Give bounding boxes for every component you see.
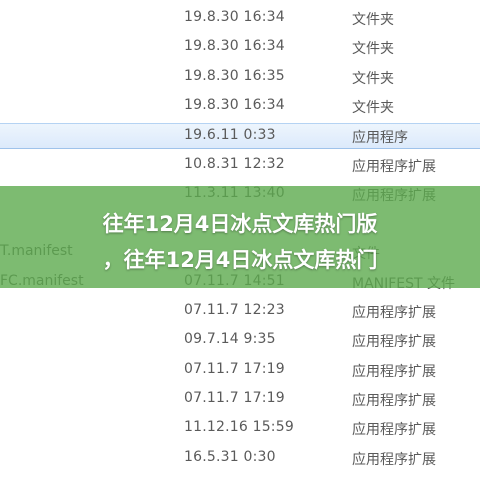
file-type: 应用程序扩展	[352, 363, 436, 380]
file-modified-date: 07.11.7 17:19	[184, 389, 285, 406]
file-modified-date: 16.5.31 0:30	[184, 448, 276, 465]
file-row[interactable]: 07.11.7 12:23 应用程序扩展	[0, 299, 480, 323]
file-modified-date: 19.6.11 0:33	[184, 127, 276, 144]
file-modified-date: 19.8.30 16:34	[184, 96, 285, 113]
file-modified-date: 19.8.30 16:34	[184, 38, 285, 55]
file-row[interactable]: 07.11.7 17:19 应用程序扩展	[0, 387, 480, 411]
file-row[interactable]: 11.12.16 15:59 应用程序扩展	[0, 416, 480, 440]
file-modified-date: 10.8.31 12:32	[184, 155, 285, 172]
file-modified-date: 19.8.30 16:34	[184, 9, 285, 25]
file-type: 文件夹	[352, 41, 394, 58]
file-type: 应用程序扩展	[352, 451, 436, 468]
file-type: 文件夹	[352, 12, 394, 28]
file-type: 应用程序扩展	[352, 422, 436, 439]
file-row[interactable]: 19.8.30 16:35 文件夹	[0, 65, 480, 89]
banner-title-line-2: ，往年12月4日冰点文库热门	[102, 248, 378, 272]
file-explorer-window: 19.8.30 16:34 文件夹 19.8.30 16:34 文件夹 19.8.30 …	[0, 0, 480, 480]
file-type: 应用程序扩展	[352, 334, 436, 351]
file-modified-date: 07.11.7 12:23	[184, 302, 285, 318]
file-type: 应用程序扩展	[352, 305, 436, 321]
file-row-selected[interactable]: 19.6.11 0:33 应用程序	[0, 123, 480, 150]
file-row[interactable]: 09.7.14 9:35 应用程序扩展	[0, 328, 480, 352]
file-type: 应用程序扩展	[352, 392, 436, 409]
file-type: 应用程序	[352, 130, 408, 147]
file-modified-date: 11.12.16 15:59	[184, 419, 294, 436]
file-type: 文件夹	[352, 99, 394, 116]
file-row[interactable]: 16.5.31 0:30 应用程序扩展	[0, 446, 480, 470]
file-row[interactable]: 07.11.7 17:19 应用程序扩展	[0, 358, 480, 382]
file-row[interactable]: 19.8.30 16:34 文件夹	[0, 94, 480, 118]
file-modified-date: 19.8.30 16:35	[184, 67, 285, 84]
file-row[interactable]: 19.8.30 16:34 文件夹	[0, 6, 480, 30]
file-modified-date: 09.7.14 9:35	[184, 331, 276, 348]
file-row[interactable]: 10.8.31 12:32 应用程序扩展	[0, 153, 480, 177]
banner-title-line-1: 往年12月4日冰点文库热门版	[102, 212, 378, 236]
file-type: 应用程序扩展	[352, 158, 436, 175]
file-type: 文件夹	[352, 70, 394, 87]
file-row[interactable]: 19.8.30 16:34 文件夹	[0, 35, 480, 59]
file-modified-date: 07.11.7 17:19	[184, 360, 285, 377]
